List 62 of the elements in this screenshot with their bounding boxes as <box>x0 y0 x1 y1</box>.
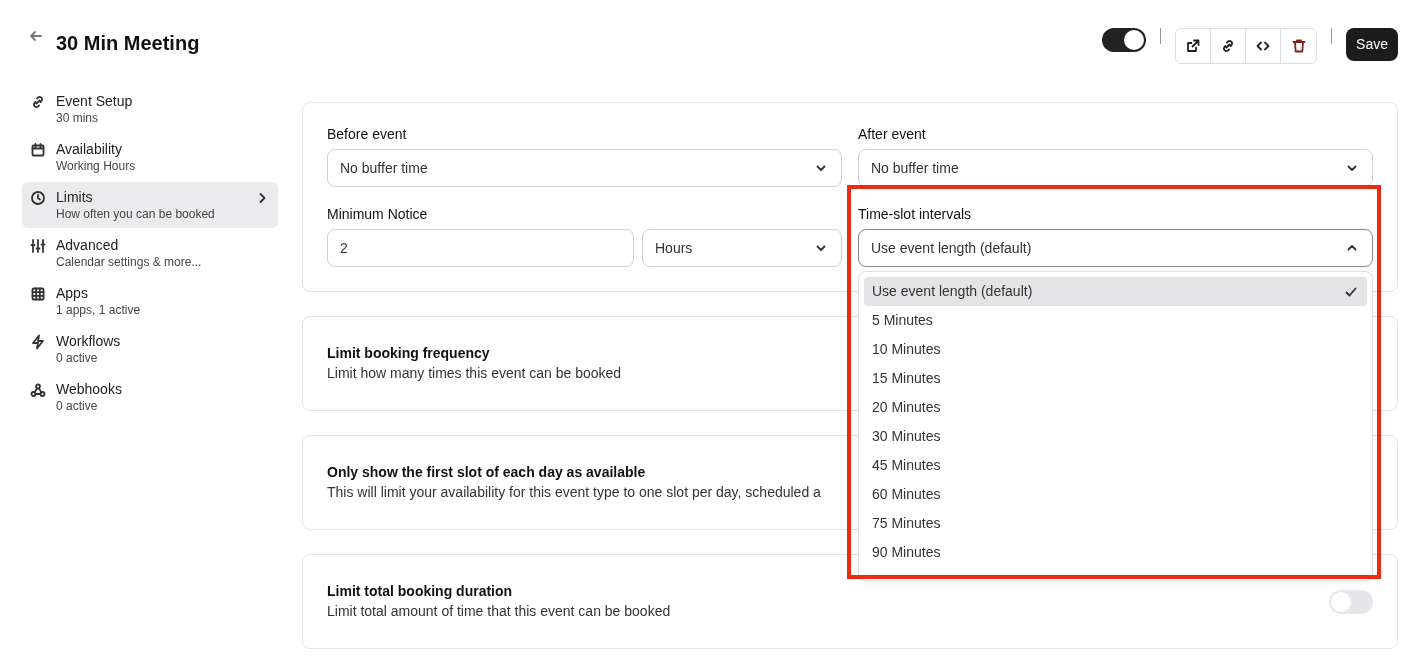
setting-title: Limit booking frequency <box>327 344 490 363</box>
field-label: Before event <box>327 125 408 143</box>
lightning-icon <box>30 334 46 350</box>
sidebar-item-title: Availability <box>56 140 123 158</box>
sidebar-item[interactable]: Advanced Calendar settings & more... <box>22 230 278 276</box>
webhook-icon <box>30 382 46 398</box>
field-label: After event <box>858 125 927 143</box>
setting-title: Only show the first slot of each day as available <box>327 463 646 482</box>
sidebar-item[interactable]: Availability Working Hours <box>22 134 278 180</box>
setting-description: This will limit your availability for this event type to one slot per day, scheduled a <box>327 483 821 502</box>
sidebar-item-subtitle: Working Hours <box>56 158 137 174</box>
sidebar-item-title: Webhooks <box>56 380 123 398</box>
sidebar-item[interactable]: Workflows 0 active <box>22 326 278 372</box>
dropdown-option[interactable]: 75 Minutes <box>864 509 1367 538</box>
setting-title: Limit total booking duration <box>327 582 513 601</box>
sidebar-item[interactable]: Limits How often you can be booked <box>22 182 278 228</box>
dropdown-option[interactable]: 20 Minutes <box>864 393 1367 422</box>
open-button[interactable] <box>1176 29 1212 63</box>
dropdown-option[interactable]: 10 Minutes <box>864 335 1367 364</box>
sidebar-item-subtitle: 0 active <box>56 398 99 414</box>
back-button[interactable] <box>28 28 44 44</box>
sidebar-item-subtitle: 0 active <box>56 350 99 366</box>
dropdown-option[interactable]: 5 Minutes <box>864 306 1367 335</box>
setting-description: Limit how many times this event can be booked <box>327 364 622 383</box>
sidebar-item-title: Limits <box>56 188 94 206</box>
field-label: Time-slot intervals <box>858 205 973 223</box>
toggle-switch[interactable] <box>1102 28 1147 52</box>
grid-icon <box>30 286 46 302</box>
sidebar-item[interactable]: Event Setup 30 mins <box>22 86 278 132</box>
sidebar-item-subtitle: 30 mins <box>56 110 100 126</box>
sliders-icon <box>30 238 46 254</box>
page-title: 30 Min Meeting <box>56 31 200 56</box>
sidebar-item-title: Workflows <box>56 332 122 350</box>
external-link-icon <box>1185 38 1202 54</box>
dropdown-option[interactable]: 15 Minutes <box>864 364 1367 393</box>
dropdown-option[interactable]: 45 Minutes <box>864 451 1367 480</box>
save-button[interactable]: Save <box>1346 28 1398 61</box>
select-field[interactable]: No buffer time <box>327 149 842 187</box>
select-field[interactable]: Hours <box>642 229 842 267</box>
sidebar-item-subtitle: How often you can be booked <box>56 206 216 222</box>
back-arrow-icon <box>28 28 44 44</box>
sidebar-item-subtitle: Calendar settings & more... <box>56 254 203 270</box>
dropdown-option[interactable]: 60 Minutes <box>864 480 1367 509</box>
sidebar-item-title: Apps <box>56 284 89 302</box>
sidebar-item[interactable]: Webhooks 0 active <box>22 374 278 420</box>
link-icon <box>30 94 46 110</box>
sidebar-item-title: Advanced <box>56 236 120 254</box>
trash-icon <box>1290 38 1307 54</box>
select-field[interactable]: Use event length (default) <box>858 229 1373 267</box>
sidebar-item[interactable]: Apps 1 apps, 1 active <box>22 278 278 324</box>
toggle-switch[interactable] <box>1329 589 1373 614</box>
number-field[interactable]: 2 <box>327 229 634 267</box>
calendar-icon <box>30 142 46 158</box>
dropdown-option[interactable]: Use event length (default) <box>864 277 1367 306</box>
clock-icon <box>30 190 46 206</box>
sidebar-item-subtitle: 1 apps, 1 active <box>56 302 142 318</box>
sidebar-item-title: Event Setup <box>56 92 134 110</box>
select-field[interactable]: No buffer time <box>858 149 1373 187</box>
setting-description: Limit total amount of time that this event can be booked <box>327 602 671 621</box>
field-label: Minimum Notice <box>327 205 429 223</box>
dropdown-option[interactable]: 90 Minutes <box>864 538 1367 567</box>
dropdown-option[interactable]: 30 Minutes <box>864 422 1367 451</box>
